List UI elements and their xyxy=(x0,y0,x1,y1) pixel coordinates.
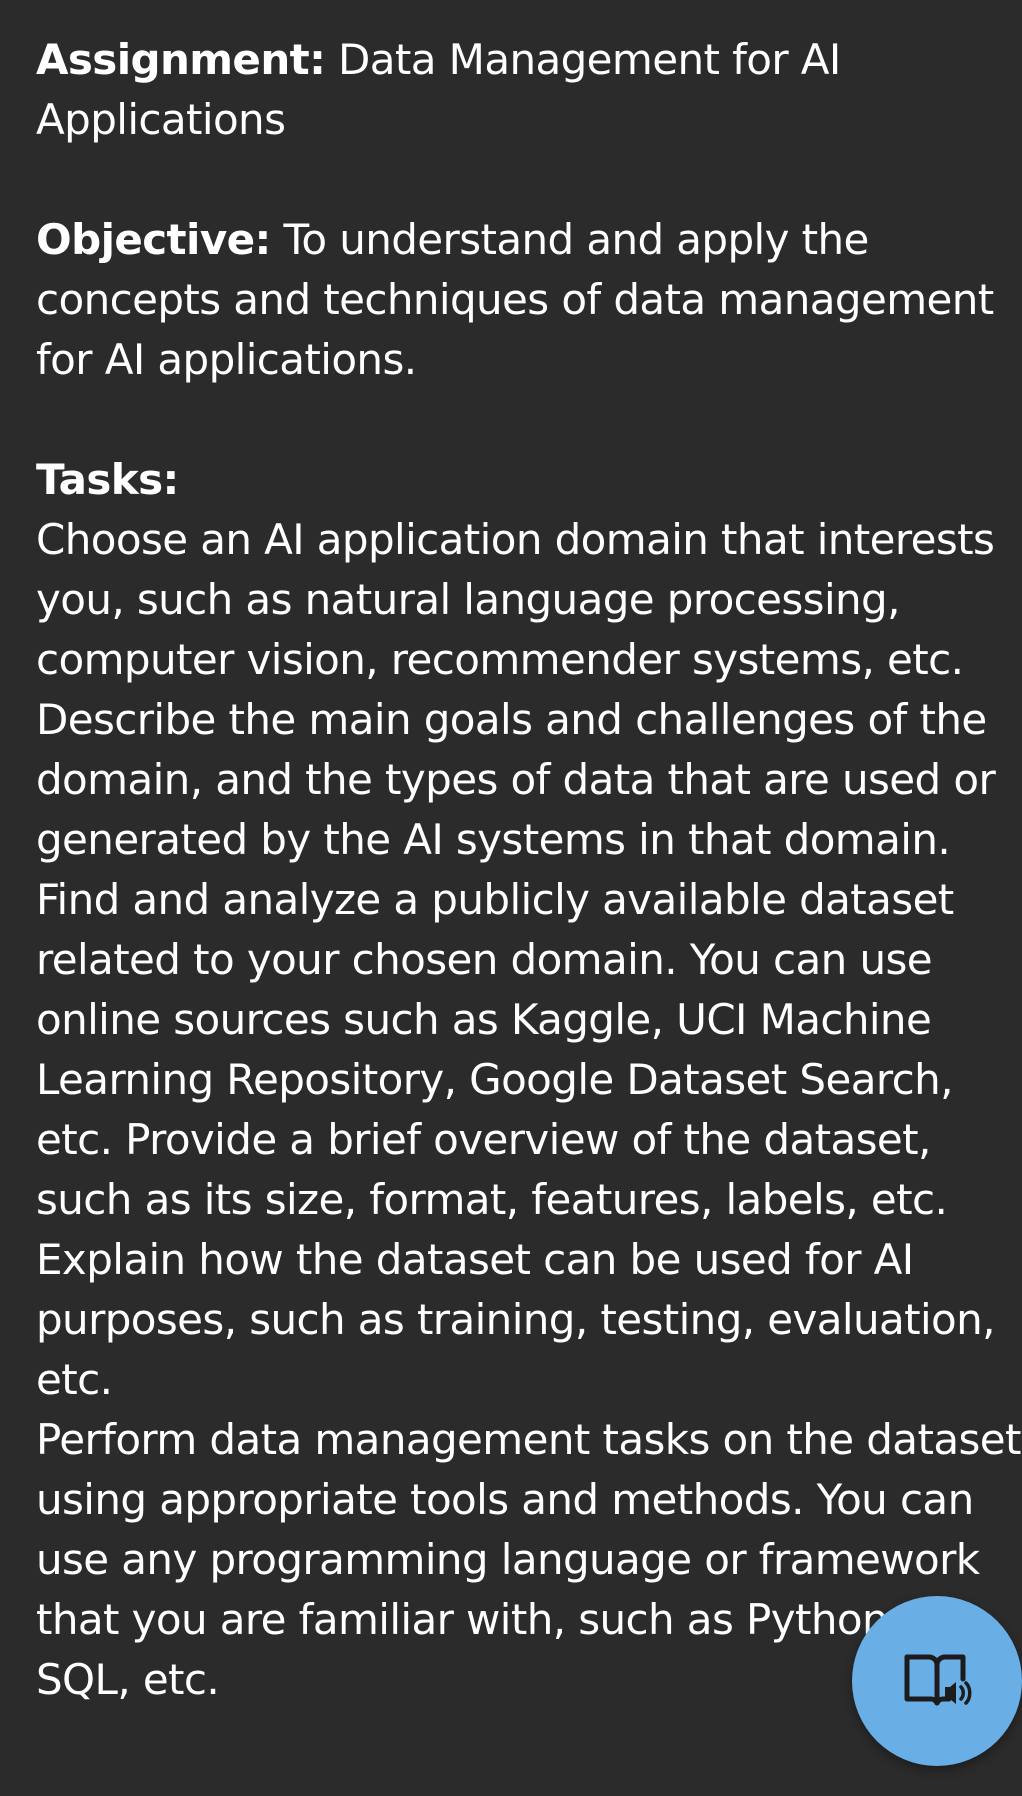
task-item: Find and analyze a publicly available da… xyxy=(36,875,996,1404)
immersive-reader-button[interactable] xyxy=(852,1596,1022,1766)
objective-line: Objective: To understand and apply the c… xyxy=(36,210,1022,390)
tasks-label: Tasks: xyxy=(36,455,179,504)
immersive-reader-icon xyxy=(901,1649,973,1713)
objective-label: Objective: xyxy=(36,215,271,264)
assignment-line: Assignment: Data Management for AI Appli… xyxy=(36,30,1022,150)
message-content: Assignment: Data Management for AI Appli… xyxy=(36,30,1022,1710)
assignment-label: Assignment: xyxy=(36,35,326,84)
task-item: Choose an AI application domain that int… xyxy=(36,515,996,864)
